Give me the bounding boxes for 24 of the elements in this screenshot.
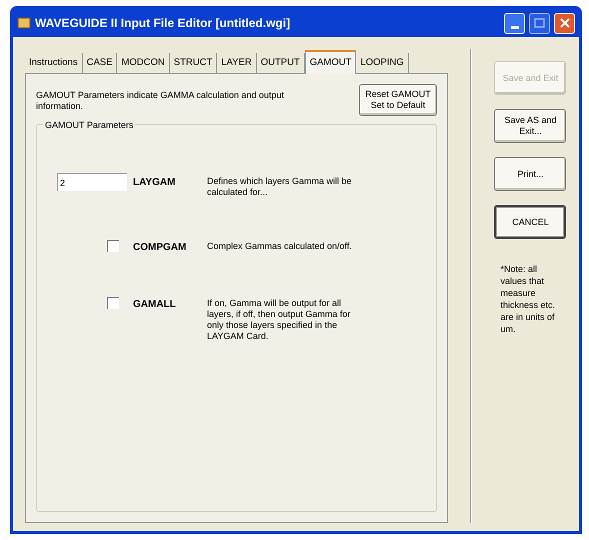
side-button[interactable]: CANCEL [494,205,566,239]
checkbox[interactable] [107,297,119,310]
note-text: *Note: all values that measure thickness etc. are in units of um. [500,263,556,335]
maximize-button[interactable] [529,12,550,34]
checkbox[interactable] [107,240,119,252]
minimize-icon [510,26,518,28]
parameter-name: GAMALL [132,298,177,312]
parameter-description: Complex Gammas calculated on/off. [207,241,353,252]
close-icon [560,18,570,28]
intro-text: GAMOUT Parameters indicate GAMMA calculation and output information. [36,90,285,112]
laygam-field[interactable]: 2 [57,173,127,192]
side-button[interactable]: Print... [494,157,566,191]
window-title: WAVEGUIDE II Input File Editor [untitled.wgi] [35,15,292,32]
reset-button[interactable]: Reset GAMOUT Set to Default [358,84,437,116]
parameter-name: LAYGAM [132,176,176,190]
minimize-button[interactable] [504,12,525,34]
parameter-description: Defines which layers Gamma will be calculated for... [207,176,353,198]
close-button[interactable] [554,12,575,34]
parameter-description: If on, Gamma will be output for all layers, if off, then output Gamma for only those layers specified in the LAYGAM Card. [207,298,352,342]
tab[interactable]: GAMOUT [304,50,356,74]
maximize-icon [534,18,545,28]
parameter-name: COMPGAM [132,241,188,256]
side-button[interactable]: Save AS and Exit... [494,109,566,143]
app-icon [17,16,31,30]
